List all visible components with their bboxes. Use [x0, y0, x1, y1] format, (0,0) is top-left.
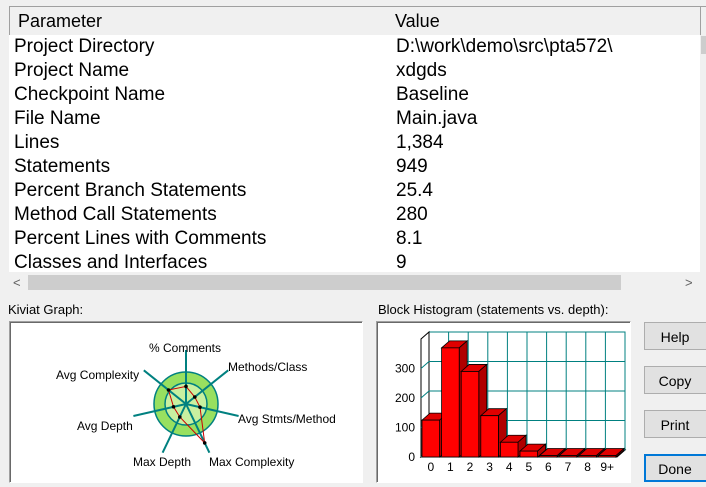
- copy-button-label: Copy: [658, 373, 692, 389]
- y-tick-label: 300: [395, 362, 415, 376]
- copy-button[interactable]: Copy: [644, 366, 706, 394]
- row-parameter: Statements: [14, 156, 111, 177]
- x-tick-label: 8: [584, 460, 591, 474]
- print-button-label: Print: [660, 417, 690, 433]
- column-header-value-label: Value: [395, 11, 440, 31]
- kiviat-point: [198, 405, 202, 409]
- x-tick-label: 1: [447, 460, 454, 474]
- table-row[interactable]: Project Directory D:\work\demo\src\pta572…: [9, 35, 700, 59]
- row-parameter: Classes and Interfaces: [14, 252, 208, 272]
- kiviat-point: [166, 388, 171, 392]
- row-value: 280: [396, 204, 428, 225]
- row-value: D:\work\demo\src\pta572\: [396, 36, 613, 57]
- column-header-parameter[interactable]: Parameter: [9, 6, 389, 36]
- row-parameter: Checkpoint Name: [14, 84, 166, 105]
- y-tick-label: 200: [395, 391, 415, 405]
- row-value: 9: [396, 252, 407, 272]
- table-row[interactable]: Percent Lines with Comments 8.1: [9, 227, 700, 251]
- axis-label-avg-depth: Avg Depth: [77, 419, 133, 433]
- y-tick-label: 100: [395, 421, 415, 435]
- histogram-bar-front: [421, 419, 441, 458]
- kiviat-graph-label: Kiviat Graph:: [8, 302, 84, 317]
- x-tick-label: 3: [486, 460, 493, 474]
- histogram-bar-front: [539, 455, 558, 458]
- kiviat-graph: % Comments Methods/Class Avg Stmts/Metho…: [56, 341, 336, 469]
- kiviat-point: [184, 384, 188, 389]
- print-button[interactable]: Print: [644, 410, 706, 438]
- row-parameter: Lines: [14, 132, 60, 153]
- x-tick-label: 6: [545, 460, 552, 474]
- row-parameter: Percent Branch Statements: [14, 180, 247, 201]
- axis-label-avg-complexity: Avg Complexity: [56, 368, 139, 382]
- kiviat-graph-panel: % Comments Methods/Class Avg Stmts/Metho…: [9, 321, 363, 483]
- histogram-bar-front: [558, 455, 578, 458]
- y-tick-label: 0: [408, 450, 415, 464]
- x-tick-label: 2: [467, 460, 474, 474]
- histogram-bar-front: [519, 450, 539, 458]
- scroll-left-arrow[interactable]: <: [13, 275, 21, 290]
- x-tick-label: 0: [427, 460, 434, 474]
- vertical-scroll-thumb[interactable]: [701, 36, 706, 54]
- histogram-bar-front: [597, 455, 617, 458]
- table-row[interactable]: Lines 1,384: [9, 131, 700, 155]
- table-row[interactable]: Percent Branch Statements 25.4: [9, 179, 700, 203]
- help-button[interactable]: Help: [644, 322, 706, 350]
- row-value: 1,384: [396, 132, 444, 153]
- scroll-right-arrow[interactable]: >: [685, 275, 693, 290]
- axis-label-avg-stmts-per-method: Avg Stmts/Method: [238, 412, 336, 426]
- kiviat-point: [178, 415, 182, 419]
- x-tick-label: 7: [565, 460, 572, 474]
- x-tick-label: 5: [525, 460, 532, 474]
- row-value: 8.1: [396, 228, 423, 249]
- kiviat-point: [202, 441, 207, 445]
- row-value: 949: [396, 156, 428, 177]
- column-header-value[interactable]: Value: [388, 6, 701, 36]
- axis-label-max-depth: Max Depth: [133, 455, 191, 469]
- row-parameter: Percent Lines with Comments: [14, 228, 267, 249]
- histogram-bar-front: [460, 371, 480, 458]
- block-histogram: 01002003000 1 2 3 4 5 6 7 8 9+: [395, 330, 627, 474]
- histogram-bar-front: [480, 415, 499, 458]
- column-header-filler: [701, 6, 706, 36]
- row-parameter: File Name: [14, 108, 101, 129]
- axis-label-comments: % Comments: [149, 341, 221, 355]
- row-parameter: Method Call Statements: [14, 204, 217, 225]
- row-value: xdgds: [396, 60, 447, 81]
- table-row[interactable]: Project Name xdgds: [9, 59, 700, 83]
- axis-label-methods-per-class: Methods/Class: [228, 360, 307, 374]
- row-parameter: Project Directory: [14, 36, 155, 57]
- vertical-scrollbar[interactable]: [700, 35, 706, 272]
- horizontal-scroll-thumb[interactable]: [28, 275, 621, 290]
- row-value: 25.4: [396, 180, 433, 201]
- histogram-bar-front: [441, 347, 460, 458]
- column-header-parameter-label: Parameter: [18, 11, 103, 31]
- table-row[interactable]: Classes and Interfaces 9: [9, 251, 700, 272]
- table-row[interactable]: Statements 949: [9, 155, 700, 179]
- done-button[interactable]: Done: [644, 454, 706, 482]
- row-value: Baseline: [396, 84, 469, 105]
- histogram-panel: 0 100 200 300 0 1 2 3 4 5 6 7 8 9+: [376, 321, 631, 483]
- row-parameter: Project Name: [14, 60, 130, 81]
- help-button-label: Help: [660, 329, 690, 345]
- table-row[interactable]: File Name Main.java: [9, 107, 700, 131]
- table-row[interactable]: Checkpoint Name Baseline: [9, 83, 700, 107]
- parameter-table[interactable]: Project Directory D:\work\demo\src\pta572…: [9, 35, 700, 272]
- axis-label-max-complexity: Max Complexity: [209, 455, 294, 469]
- histogram-title: Block Histogram (statements vs. depth):: [378, 302, 609, 317]
- done-button-label: Done: [658, 461, 692, 477]
- table-row[interactable]: Method Call Statements 280: [9, 203, 700, 227]
- kiviat-point: [171, 405, 176, 409]
- x-tick-label: 9+: [600, 460, 614, 474]
- kiviat-point: [193, 395, 197, 399]
- row-value: Main.java: [396, 108, 478, 129]
- histogram-bar-front: [578, 455, 597, 458]
- histogram-bar-front: [500, 441, 519, 458]
- x-tick-label: 4: [506, 460, 513, 474]
